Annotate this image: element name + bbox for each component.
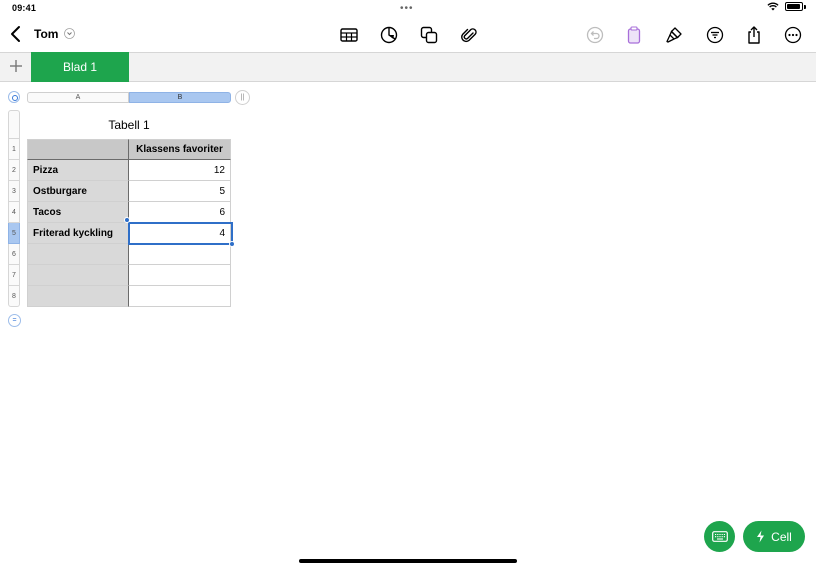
table-row <box>27 244 231 265</box>
row-header-1[interactable]: 1 <box>8 139 20 160</box>
shapes-icon[interactable] <box>418 24 440 46</box>
table-title[interactable]: Tabell 1 <box>27 118 231 132</box>
row-header-5[interactable]: 5 <box>8 223 20 244</box>
table-row: Pizza 12 <box>27 160 231 181</box>
paperclip-icon[interactable] <box>458 24 480 46</box>
keyboard-icon <box>711 531 728 542</box>
paintbrush-icon[interactable] <box>663 24 685 46</box>
lightning-bolt-icon <box>757 530 765 543</box>
add-row-handle-icon[interactable]: = <box>8 314 21 327</box>
table-row: Ostburgare 5 <box>27 181 231 202</box>
cell-button[interactable]: Cell <box>743 521 805 552</box>
cell-a3[interactable]: Ostburgare <box>27 181 129 202</box>
cell-a5[interactable]: Friterad kyckling <box>27 223 129 244</box>
add-sheet-plus-icon[interactable] <box>6 56 26 76</box>
cell-b4[interactable]: 6 <box>129 202 231 223</box>
sheet-tab-blad-1[interactable]: Blad 1 <box>31 52 129 82</box>
cell-b2[interactable]: 12 <box>129 160 231 181</box>
undo-icon[interactable] <box>584 24 606 46</box>
row-header-2[interactable]: 2 <box>8 160 20 181</box>
row-header-spacer <box>8 110 20 139</box>
cell-b7[interactable] <box>129 265 231 286</box>
table-select-handle[interactable] <box>8 91 20 103</box>
table-row <box>27 265 231 286</box>
row-header-8[interactable]: 8 <box>8 286 20 307</box>
row-header-6[interactable]: 6 <box>8 244 20 265</box>
row-header-3[interactable]: 3 <box>8 181 20 202</box>
cell-b8[interactable] <box>129 286 231 307</box>
row-header-4[interactable]: 4 <box>8 202 20 223</box>
battery-tip <box>804 4 806 9</box>
table-icon[interactable] <box>338 24 360 46</box>
keyboard-button[interactable] <box>704 521 735 552</box>
column-header-b[interactable]: B <box>129 92 231 103</box>
selection-handle-bottom-right[interactable] <box>229 241 235 247</box>
status-indicators <box>767 2 806 11</box>
paste-icon[interactable] <box>623 24 645 46</box>
cell-a4[interactable]: Tacos <box>27 202 129 223</box>
add-column-handle-icon[interactable]: || <box>235 90 250 105</box>
selected-cell-outline <box>128 222 233 245</box>
multitasking-dots-icon[interactable]: ••• <box>400 3 414 14</box>
wifi-icon <box>767 2 779 11</box>
row-header-strip: 1 2 3 4 5 6 7 8 <box>8 110 20 308</box>
cell-b1[interactable]: Klassens favoriter <box>129 139 231 160</box>
row-header-7[interactable]: 7 <box>8 265 20 286</box>
table-row <box>27 286 231 307</box>
cell-button-label: Cell <box>771 529 792 544</box>
selection-handle-top-left[interactable] <box>124 217 130 223</box>
cell-a6[interactable] <box>27 244 129 265</box>
cell-b3[interactable]: 5 <box>129 181 231 202</box>
numbers-app-window: 09:41 ••• Tom Blad 1 A B || 1 2 3 4 5 6 … <box>0 0 816 567</box>
document-title[interactable]: Tom <box>34 27 58 41</box>
cell-b6[interactable] <box>129 244 231 265</box>
battery-icon <box>785 2 803 11</box>
home-indicator[interactable] <box>299 559 517 563</box>
filter-icon[interactable] <box>704 24 726 46</box>
column-header-a[interactable]: A <box>27 92 129 103</box>
cell-a8[interactable] <box>27 286 129 307</box>
cell-a2[interactable]: Pizza <box>27 160 129 181</box>
table-row: Klassens favoriter <box>27 139 231 160</box>
chart-icon[interactable] <box>378 24 400 46</box>
cell-a7[interactable] <box>27 265 129 286</box>
status-time: 09:41 <box>12 3 37 13</box>
more-icon[interactable] <box>782 24 804 46</box>
title-menu-chevron-icon[interactable] <box>64 28 75 39</box>
share-icon[interactable] <box>743 24 765 46</box>
back-chevron-icon[interactable] <box>8 24 24 44</box>
cell-a1[interactable] <box>27 139 129 160</box>
